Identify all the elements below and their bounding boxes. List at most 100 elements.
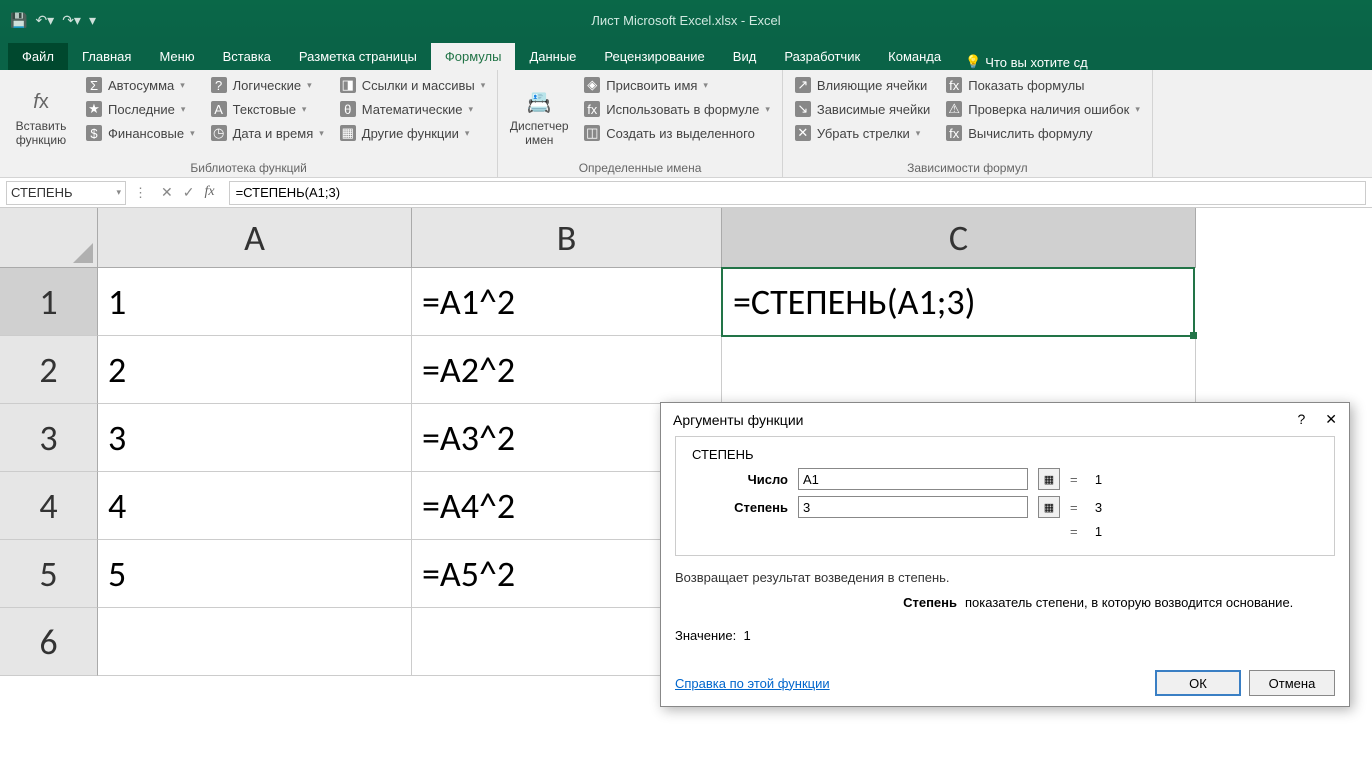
autosum-button[interactable]: ΣАвтосумма▾ bbox=[80, 74, 201, 96]
trace-precedents-button[interactable]: ↗Влияющие ячейки bbox=[789, 74, 936, 96]
audit-group-label: Зависимости формул bbox=[789, 159, 1146, 175]
cell-A1[interactable]: 1 bbox=[98, 268, 412, 336]
tab-file[interactable]: Файл bbox=[8, 43, 68, 70]
tab-view[interactable]: Вид bbox=[719, 43, 771, 70]
more-label: Другие функции bbox=[362, 126, 459, 141]
arg-input-1[interactable] bbox=[798, 496, 1028, 518]
math-button[interactable]: θМатематические▾ bbox=[334, 98, 491, 120]
cell-B1[interactable]: =A1^2 bbox=[412, 268, 722, 336]
logical-button[interactable]: ?Логические▾ bbox=[205, 74, 330, 96]
help-icon[interactable]: ? bbox=[1297, 411, 1305, 428]
tell-me[interactable]: 💡 Что вы хотите сд bbox=[965, 54, 1088, 70]
function-name-legend: СТЕПЕНЬ bbox=[688, 447, 758, 462]
logical-label: Логические bbox=[233, 78, 301, 93]
cell-C2[interactable] bbox=[722, 336, 1196, 404]
trace-dependents-button[interactable]: ↘Зависимые ячейки bbox=[789, 98, 936, 120]
qat-expand-icon[interactable]: ▾ bbox=[89, 12, 96, 29]
tag-icon: ◈ bbox=[584, 77, 600, 93]
function-help-link[interactable]: Справка по этой функции bbox=[675, 676, 830, 691]
tab-developer[interactable]: Разработчик bbox=[770, 43, 874, 70]
fx-small-icon: fx bbox=[584, 101, 600, 117]
cell-A6[interactable] bbox=[98, 608, 412, 676]
arg-label-0: Число bbox=[688, 472, 788, 487]
recent-button[interactable]: ★Последние▾ bbox=[80, 98, 201, 120]
tab-layout[interactable]: Разметка страницы bbox=[285, 43, 431, 70]
datetime-button[interactable]: ◷Дата и время▾ bbox=[205, 122, 330, 144]
redo-icon[interactable]: ↷▾ bbox=[62, 12, 81, 29]
cancel-button[interactable]: Отмена bbox=[1249, 670, 1335, 696]
enter-formula-icon[interactable]: ✓ bbox=[183, 184, 195, 201]
ok-button[interactable]: ОК bbox=[1155, 670, 1241, 696]
formula-bar: СТЕПЕНЬ ▾ ⋮ ✕ ✓ fx =СТЕПЕНЬ(A1;3) bbox=[0, 178, 1372, 208]
remove-arrows-icon: ✕ bbox=[795, 125, 811, 141]
names-group-label: Определенные имена bbox=[504, 159, 776, 175]
quick-access-toolbar: 💾 ↶▾ ↷▾ ▾ bbox=[10, 12, 96, 29]
cell-A5[interactable]: 5 bbox=[98, 540, 412, 608]
cell-C1[interactable]: =СТЕПЕНЬ(A1;3) bbox=[721, 267, 1195, 337]
row-header-5[interactable]: 5 bbox=[0, 540, 98, 608]
math-label: Математические bbox=[362, 102, 463, 117]
cancel-formula-icon[interactable]: ✕ bbox=[161, 184, 173, 201]
row-header-2[interactable]: 2 bbox=[0, 336, 98, 404]
cell-B2[interactable]: =A2^2 bbox=[412, 336, 722, 404]
save-icon[interactable]: 💾 bbox=[10, 12, 27, 29]
question-icon: ? bbox=[211, 77, 227, 93]
tab-menu[interactable]: Меню bbox=[145, 43, 208, 70]
function-arguments-dialog: Аргументы функции ? ✕ СТЕПЕНЬ Число▦= 1С… bbox=[660, 402, 1350, 707]
col-header-B[interactable]: B bbox=[412, 208, 722, 268]
tab-review[interactable]: Рецензирование bbox=[590, 43, 718, 70]
tell-me-label: Что вы хотите сд bbox=[985, 55, 1087, 70]
evaluate-formula-button[interactable]: fxВычислить формулу bbox=[940, 122, 1146, 144]
trace-dep-label: Зависимые ячейки bbox=[817, 102, 930, 117]
tab-formulas[interactable]: Формулы bbox=[431, 43, 516, 70]
row-header-1[interactable]: 1 bbox=[0, 268, 98, 336]
range-picker-icon[interactable]: ▦ bbox=[1038, 468, 1060, 490]
col-header-C[interactable]: C bbox=[722, 208, 1196, 268]
recent-label: Последние bbox=[108, 102, 175, 117]
arg-label-1: Степень bbox=[688, 500, 788, 515]
clock-icon: ◷ bbox=[211, 125, 227, 141]
cell-A3[interactable]: 3 bbox=[98, 404, 412, 472]
undo-icon[interactable]: ↶▾ bbox=[35, 12, 54, 29]
fx-button-icon[interactable]: fx bbox=[204, 184, 214, 201]
more-functions-button[interactable]: ▦Другие функции▾ bbox=[334, 122, 491, 144]
chevron-down-icon[interactable]: ▾ bbox=[116, 187, 121, 198]
ribbon-tabstrip: Файл Главная Меню Вставка Разметка стран… bbox=[0, 40, 1372, 70]
tab-data[interactable]: Данные bbox=[515, 43, 590, 70]
ribbon-group-formula-auditing: ↗Влияющие ячейки ↘Зависимые ячейки ✕ Убра… bbox=[783, 70, 1153, 177]
define-name-button[interactable]: ◈Присвоить имя▾ bbox=[578, 74, 776, 96]
row-header-3[interactable]: 3 bbox=[0, 404, 98, 472]
lookup-button[interactable]: ◨Ссылки и массивы▾ bbox=[334, 74, 491, 96]
financial-button[interactable]: $Финансовые▾ bbox=[80, 122, 201, 144]
define-name-label: Присвоить имя bbox=[606, 78, 697, 93]
arg-hint-name: Степень bbox=[675, 595, 965, 610]
tab-insert[interactable]: Вставка bbox=[209, 43, 285, 70]
close-icon[interactable]: ✕ bbox=[1325, 411, 1337, 428]
row-header-6[interactable]: 6 bbox=[0, 608, 98, 676]
show-formulas-icon: fx bbox=[946, 77, 962, 93]
arg-hint-text: показатель степени, в которую возводится… bbox=[965, 595, 1293, 610]
tab-team[interactable]: Команда bbox=[874, 43, 955, 70]
arg-input-0[interactable] bbox=[798, 468, 1028, 490]
row-header-4[interactable]: 4 bbox=[0, 472, 98, 540]
cell-A2[interactable]: 2 bbox=[98, 336, 412, 404]
col-header-A[interactable]: A bbox=[98, 208, 412, 268]
name-box[interactable]: СТЕПЕНЬ ▾ bbox=[6, 181, 126, 205]
name-manager-button[interactable]: 📇 Диспетчер имен bbox=[504, 74, 574, 159]
tab-home[interactable]: Главная bbox=[68, 43, 145, 70]
range-picker-icon[interactable]: ▦ bbox=[1038, 496, 1060, 518]
name-box-value: СТЕПЕНЬ bbox=[11, 185, 73, 200]
theta-icon: θ bbox=[340, 101, 356, 117]
remove-arrows-label: Убрать стрелки bbox=[817, 126, 910, 141]
show-formulas-button[interactable]: fxПоказать формулы bbox=[940, 74, 1146, 96]
remove-arrows-button[interactable]: ✕Убрать стрелки▾ bbox=[789, 122, 936, 144]
autosum-label: Автосумма bbox=[108, 78, 174, 93]
insert-function-button[interactable]: fx Вставить функцию bbox=[6, 74, 76, 159]
error-check-button[interactable]: ⚠Проверка наличия ошибок▾ bbox=[940, 98, 1146, 120]
create-from-selection-button[interactable]: ◫Создать из выделенного bbox=[578, 122, 776, 144]
use-in-formula-button[interactable]: fxИспользовать в формуле▾ bbox=[578, 98, 776, 120]
select-all-corner[interactable] bbox=[0, 208, 98, 268]
text-button[interactable]: AТекстовые▾ bbox=[205, 98, 330, 120]
formula-input[interactable]: =СТЕПЕНЬ(A1;3) bbox=[229, 181, 1366, 205]
cell-A4[interactable]: 4 bbox=[98, 472, 412, 540]
